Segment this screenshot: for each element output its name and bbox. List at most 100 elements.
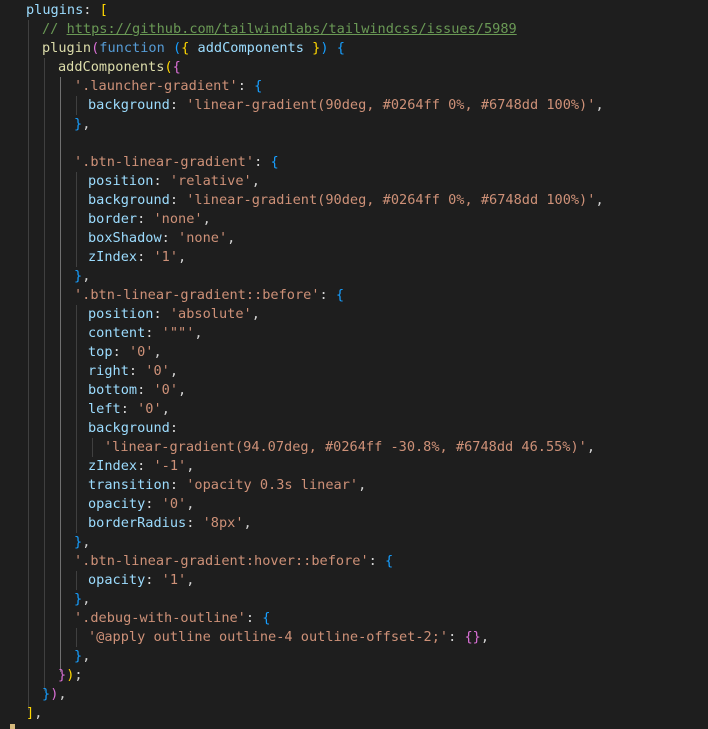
code-token: 'none' (153, 211, 203, 227)
code-token: } (42, 686, 51, 702)
indent-guide (92, 438, 93, 457)
code-token: '0' (128, 344, 154, 360)
code-token: borderRadius (88, 515, 187, 531)
code-token: opacity (88, 496, 146, 512)
code-token: plugins (26, 2, 84, 18)
code-token: zIndex (88, 249, 138, 265)
code-token: : (145, 325, 162, 341)
code-token: border (88, 211, 138, 227)
code-token: { (385, 553, 394, 569)
code-line: background: (88, 419, 178, 438)
indent-guide (44, 58, 45, 691)
code-token: , (186, 458, 195, 474)
code-token: function (99, 40, 165, 56)
code-token: , (586, 439, 596, 455)
code-token: , (161, 401, 170, 417)
code-token: { (172, 59, 181, 75)
code-token: top (88, 344, 113, 360)
code-token: [ (99, 2, 108, 18)
code-token: , (595, 97, 604, 113)
code-token: content (88, 325, 146, 341)
code-token: : (145, 572, 162, 588)
code-token: : (169, 97, 187, 113)
code-token: { (335, 287, 345, 303)
code-token: '.launcher-gradient' (74, 78, 238, 94)
code-token: ) (320, 40, 329, 56)
code-token: : (137, 382, 154, 398)
code-line: right: '0', (88, 362, 178, 381)
code-token: : (245, 610, 263, 626)
code-token: : (161, 230, 179, 246)
code-editor[interactable]: plugins: [// https://github.com/tailwind… (0, 0, 708, 729)
code-token: , (82, 534, 91, 550)
code-token: } (58, 667, 67, 683)
code-line: background: 'linear-gradient(90deg, #026… (88, 96, 604, 115)
code-token: background (88, 97, 170, 113)
code-token: '.btn-linear-gradient' (74, 154, 255, 170)
code-token: : (319, 287, 336, 303)
code-token: , (178, 382, 187, 398)
code-line: 'linear-gradient(94.07deg, #0264ff -30.8… (104, 438, 595, 457)
code-token: : (128, 363, 146, 379)
code-token: , (595, 192, 604, 208)
code-token: : (83, 2, 100, 18)
code-line: opacity: '0', (88, 495, 194, 514)
code-token: , (243, 515, 252, 531)
code-line: '.launcher-gradient': { (74, 77, 262, 96)
code-line: boxShadow: 'none', (88, 229, 235, 248)
code-token: boxShadow (88, 230, 162, 246)
code-token: right (88, 363, 129, 379)
code-token: , (186, 572, 195, 588)
code-line: top: '0', (88, 343, 162, 362)
code-token: '8px' (202, 515, 244, 531)
code-line: bottom: '0', (88, 381, 186, 400)
code-token: ] (26, 705, 35, 721)
code-token: : (120, 401, 138, 417)
code-token: : (368, 553, 386, 569)
code-token: : (137, 458, 154, 474)
code-token: 'absolute' (169, 306, 252, 322)
code-token: : (153, 306, 170, 322)
code-token: {} (464, 629, 481, 645)
link[interactable]: https://github.com/tailwindlabs/tailwind… (67, 21, 517, 37)
code-token: '@apply outline outline-4 outline-offset… (88, 629, 449, 645)
code-token: : (169, 420, 179, 436)
code-line: left: '0', (88, 400, 170, 419)
indent-guide (76, 172, 77, 267)
code-line: borderRadius: '8px', (88, 514, 252, 533)
code-line: transition: 'opacity 0.3s linear', (88, 476, 366, 495)
code-token: '.debug-with-outline' (74, 610, 246, 626)
code-line: zIndex: '1', (88, 248, 186, 267)
code-token: : (137, 211, 154, 227)
code-token: ( (164, 59, 173, 75)
code-token: addComponents (197, 40, 304, 56)
code-token: : (237, 78, 255, 94)
indent-guide (76, 628, 77, 647)
code-token: , (251, 173, 260, 189)
indent-guide (60, 77, 61, 672)
code-token: zIndex (88, 458, 138, 474)
code-token: position (88, 306, 154, 322)
code-line: '.btn-linear-gradient:hover::before': { (74, 552, 393, 571)
code-line: }, (74, 647, 90, 666)
code-token: background (88, 420, 170, 436)
indent-guide (76, 571, 77, 590)
code-token: left (88, 401, 121, 417)
code-token: : (112, 344, 129, 360)
code-token: transition (88, 477, 170, 493)
code-token: : (169, 192, 187, 208)
code-line: }, (74, 115, 90, 134)
code-line: }, (74, 590, 90, 609)
code-line: ], (26, 704, 42, 723)
code-token: , (227, 230, 236, 246)
code-token: bottom (88, 382, 138, 398)
code-token: , (251, 306, 260, 322)
code-token: , (178, 249, 187, 265)
indent-guide (76, 96, 77, 115)
code-token: 'opacity 0.3s linear' (186, 477, 359, 493)
code-token: '1' (153, 249, 179, 265)
code-token: , (358, 477, 367, 493)
code-token: 'relative' (169, 173, 252, 189)
code-token: , (82, 268, 91, 284)
